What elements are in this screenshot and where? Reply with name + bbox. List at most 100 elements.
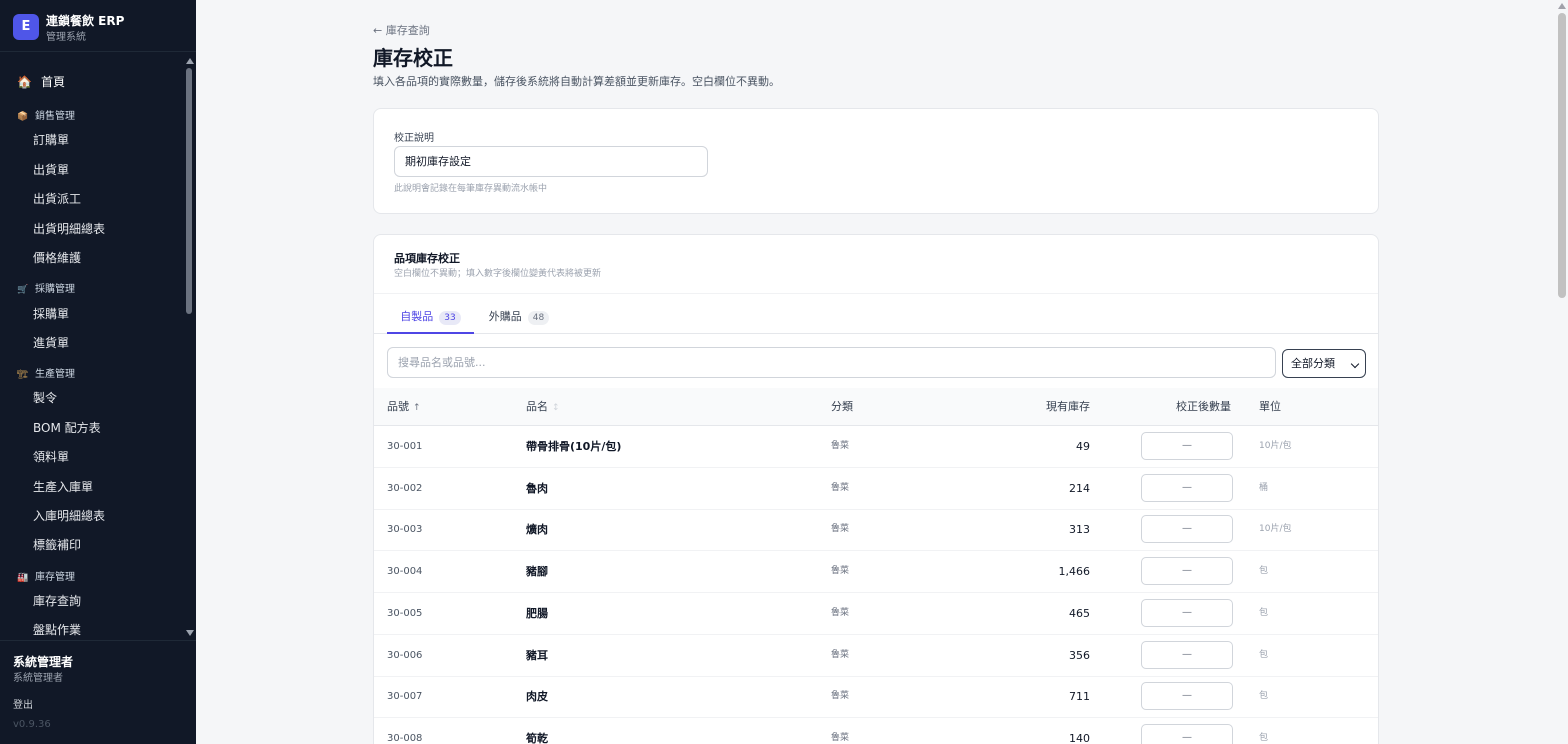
item-unit: 包 [1259, 691, 1269, 702]
sidebar-item-dispatch[interactable]: 出貨派工 [33, 190, 81, 207]
sidebar-item-work-order[interactable]: 製令 [33, 389, 57, 406]
warehouse-icon: 🏭 [17, 573, 29, 583]
search-input[interactable]: 搜尋品名或品號... [387, 347, 1276, 378]
item-code: 30-007 [387, 691, 423, 703]
nav-group-purchasing[interactable]: 🛒 採購管理 [17, 280, 75, 295]
item-category: 魯菜 [831, 441, 850, 451]
sidebar-item-receipt-summary[interactable]: 入庫明細總表 [33, 507, 105, 524]
chevron-down-icon [1350, 359, 1360, 369]
column-header-name[interactable]: 品名 ↕ [526, 388, 560, 426]
item-code: 30-008 [387, 732, 423, 744]
item-category: 魯菜 [831, 649, 850, 660]
nav-group-sales[interactable]: 📦 銷售管理 [17, 107, 75, 122]
user-panel: 系統管理者 系統管理者 登出 v0.9.36 [0, 640, 196, 744]
adjusted-quantity-input[interactable]: — [1141, 640, 1233, 669]
user-name: 系統管理者 [13, 655, 74, 669]
adjusted-quantity-input[interactable]: — [1141, 682, 1233, 711]
scroll-down-arrow-icon[interactable] [186, 630, 194, 636]
item-unit: 包 [1259, 732, 1269, 743]
tab-label: 自製品 [400, 310, 434, 323]
table-row: 30-005 肥腸 魯菜 465 — 包 [374, 593, 1378, 635]
sidebar-scrollbar[interactable] [184, 56, 194, 640]
sidebar-item-inventory-query[interactable]: 庫存查詢 [33, 592, 81, 609]
column-header-label: 品號 [387, 400, 409, 413]
item-unit: 包 [1259, 649, 1269, 660]
item-name: 豬耳 [526, 648, 548, 662]
column-header-label: 品名 [526, 400, 548, 413]
sidebar-item-shipment[interactable]: 出貨單 [33, 161, 69, 178]
note-help-text: 此說明會記錄在每筆庫存異動流水帳中 [394, 184, 548, 194]
brand-header: E 連鎖餐飲 ERP 管理系統 [0, 0, 196, 52]
column-header-stock: 現有庫存 [1046, 400, 1090, 413]
cart-icon: 🛒 [17, 285, 29, 295]
column-header-code[interactable]: 品號 ↑ [387, 388, 421, 426]
sidebar-item-purchase-order[interactable]: 訂購單 [33, 131, 69, 148]
note-label: 校正說明 [394, 133, 434, 144]
tab-purchased[interactable]: 外購品 48 [482, 294, 556, 334]
adjusted-quantity-input[interactable]: — [1141, 515, 1233, 544]
item-current-stock: 711 [1069, 690, 1090, 704]
table-row: 30-004 豬腳 魯菜 1,466 — 包 [374, 551, 1378, 594]
nav-group-production[interactable]: 🏗 生產管理 [17, 365, 75, 380]
sidebar-item-production-receipt[interactable]: 生產入庫單 [33, 478, 93, 495]
sidebar-item-stocktake[interactable]: 盤點作業 [33, 621, 81, 638]
column-header-unit: 單位 [1259, 400, 1281, 413]
sidebar-item-receiving[interactable]: 進貨單 [33, 334, 69, 351]
nav-group-label: 採購管理 [35, 284, 75, 295]
item-current-stock: 140 [1069, 731, 1090, 744]
item-unit: 包 [1259, 566, 1269, 577]
item-unit: 桶 [1259, 482, 1269, 493]
adjusted-quantity-input[interactable]: — [1141, 598, 1233, 627]
table-row: 30-002 魯肉 魯菜 214 — 桶 [374, 468, 1378, 510]
item-code: 30-006 [387, 649, 423, 661]
back-link[interactable]: ← 庫存查詢 [373, 22, 430, 38]
column-header-category: 分類 [831, 400, 853, 413]
sidebar-item-material-issue[interactable]: 領料單 [33, 448, 69, 465]
table-header: 品號 ↑ 品名 ↕ 分類 現有庫存 校正後數量 單位 [374, 388, 1378, 426]
item-name: 豬腳 [526, 565, 548, 579]
sidebar-item-shipment-summary[interactable]: 出貨明細總表 [33, 220, 105, 237]
item-unit: 10片/包 [1259, 441, 1292, 451]
nav-group-inventory[interactable]: 🏭 庫存管理 [17, 568, 75, 583]
table-row: 30-003 爌肉 魯菜 313 — 10片/包 [374, 509, 1378, 552]
adjustment-note-card: 校正說明 期初庫存設定 此說明會記錄在每筆庫存異動流水帳中 [373, 108, 1379, 214]
page-scroll-thumb[interactable] [1558, 13, 1566, 298]
adjusted-quantity-input[interactable]: — [1141, 432, 1233, 460]
sidebar-item-price-maintenance[interactable]: 價格維護 [33, 249, 81, 266]
sidebar-item-label-reprint[interactable]: 標籤補印 [33, 536, 81, 553]
item-name: 肥腸 [526, 606, 548, 620]
page-scrollbar[interactable] [1556, 0, 1568, 744]
table-row: 30-001 帶骨排骨(10片/包) 魯菜 49 — 10片/包 [374, 426, 1378, 468]
adjusted-quantity-input[interactable]: — [1141, 473, 1233, 502]
sidebar-scroll-thumb[interactable] [186, 68, 192, 314]
section-subtitle: 空白欄位不異動；填入數字後欄位變黃代表將被更新 [394, 269, 602, 279]
sidebar-item-procurement[interactable]: 採購單 [33, 305, 69, 322]
item-current-stock: 214 [1069, 481, 1090, 495]
item-current-stock: 313 [1069, 523, 1090, 537]
app-version: v0.9.36 [13, 719, 51, 730]
category-select[interactable]: 全部分類 [1282, 349, 1366, 378]
table-row: 30-007 肉皮 魯菜 711 — 包 [374, 676, 1378, 719]
note-input[interactable]: 期初庫存設定 [394, 146, 708, 177]
item-category: 魯菜 [831, 607, 850, 618]
page-description: 填入各品項的實際數量，儲存後系統將自動計算差額並更新庫存。空白欄位不異動。 [373, 75, 780, 88]
section-title: 品項庫存校正 [394, 252, 460, 265]
item-category: 魯菜 [831, 566, 850, 577]
sidebar-item-home[interactable]: 🏠 首頁 [17, 73, 65, 90]
logout-link[interactable]: 登出 [13, 696, 33, 711]
adjusted-quantity-input[interactable]: — [1141, 557, 1233, 586]
item-category: 魯菜 [831, 524, 850, 535]
scroll-up-arrow-icon[interactable] [186, 58, 194, 64]
scroll-up-arrow-icon[interactable] [1558, 3, 1566, 9]
page-title: 庫存校正 [373, 46, 453, 70]
item-code: 30-004 [387, 566, 423, 578]
adjusted-quantity-input[interactable]: — [1141, 723, 1233, 744]
sort-asc-icon: ↑ [413, 403, 421, 413]
box-icon: 📦 [17, 112, 29, 122]
item-current-stock: 49 [1076, 440, 1090, 453]
tab-bar: 自製品 33 外購品 48 [374, 294, 1378, 334]
sidebar-item-label: 首頁 [41, 75, 66, 89]
tab-self-made[interactable]: 自製品 33 [387, 294, 474, 334]
sidebar-item-bom[interactable]: BOM 配方表 [33, 419, 101, 436]
category-select-value: 全部分類 [1291, 357, 1335, 370]
